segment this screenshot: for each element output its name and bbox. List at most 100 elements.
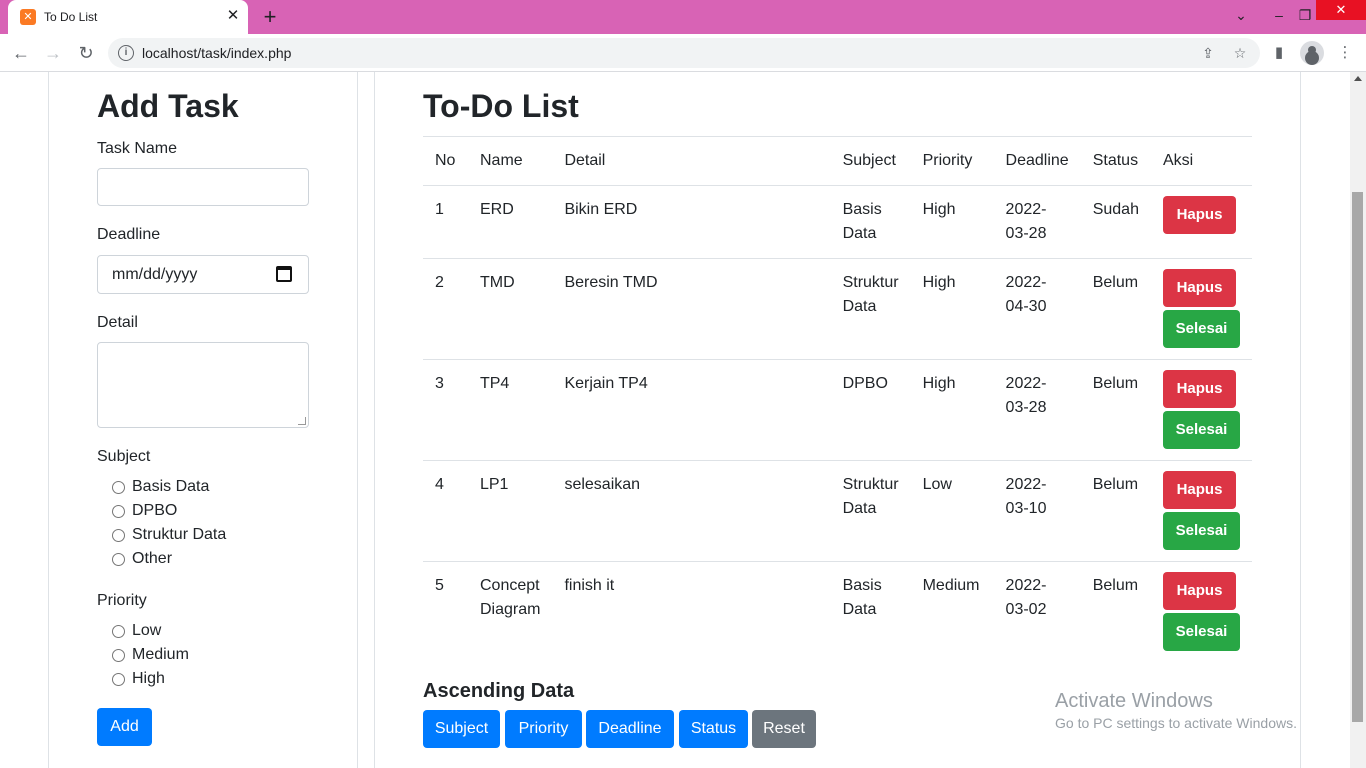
calendar-icon[interactable] bbox=[276, 266, 292, 282]
cell-aksi: Hapus Selesai bbox=[1151, 561, 1252, 663]
cell-subject: Basis Data bbox=[830, 561, 911, 663]
cell-detail: Bikin ERD bbox=[552, 185, 831, 259]
table-row: 5 Concept Diagram finish it Basis Data Mediu… bbox=[423, 561, 1252, 663]
row-actions: Hapus Selesai bbox=[1163, 370, 1240, 449]
row-actions: Hapus bbox=[1163, 196, 1240, 234]
activate-windows-subtext: Go to PC settings to activate Windows. bbox=[1055, 715, 1297, 731]
browser-tab[interactable]: ✕ To Do List ✕ bbox=[8, 0, 248, 34]
scrollbar-thumb[interactable] bbox=[1352, 192, 1363, 722]
table-row: 4 LP1 selesaikan Struktur Data Low 2022-03-10… bbox=[423, 460, 1252, 562]
radio-circle[interactable] bbox=[112, 529, 125, 542]
column-header-detail: Detail bbox=[552, 136, 831, 186]
cell-subject: DPBO bbox=[830, 359, 911, 461]
tab-title: To Do List bbox=[44, 10, 98, 24]
column-header-aksi: Aksi bbox=[1151, 136, 1252, 186]
scroll-up-arrow-icon[interactable] bbox=[1354, 76, 1362, 81]
resize-grip-icon[interactable] bbox=[298, 417, 306, 425]
row-actions: Hapus Selesai bbox=[1163, 572, 1240, 651]
row-actions: Hapus Selesai bbox=[1163, 471, 1240, 550]
radio-circle[interactable] bbox=[112, 505, 125, 518]
radio-label: Low bbox=[132, 622, 162, 639]
column-header-name: Name bbox=[467, 136, 553, 186]
add-task-title: Add Task bbox=[97, 88, 239, 124]
site-info-icon[interactable]: i bbox=[118, 45, 134, 61]
detail-textarea[interactable] bbox=[97, 342, 309, 428]
reload-icon[interactable]: ↻ bbox=[73, 40, 99, 66]
cell-status: Sudah bbox=[1080, 185, 1151, 259]
deadline-date-input[interactable]: mm/dd/yyyy bbox=[97, 255, 309, 294]
forward-icon[interactable]: → bbox=[40, 40, 66, 66]
browser-tabstrip: ✕ To Do List ✕ + ⌄ – ❐ ✕ bbox=[0, 0, 1366, 34]
side-panel-icon[interactable]: ▮ bbox=[1268, 42, 1290, 64]
table-header-row: No Name Detail Subject Priority Deadline… bbox=[423, 136, 1252, 186]
new-tab-icon[interactable]: + bbox=[258, 5, 282, 29]
deadline-label: Deadline bbox=[97, 226, 161, 243]
cell-subject: Struktur Data bbox=[830, 258, 911, 360]
cell-no: 4 bbox=[423, 460, 468, 562]
radio-circle[interactable] bbox=[112, 673, 125, 686]
cell-name: Concept Diagram bbox=[467, 561, 553, 663]
activate-windows-watermark: Activate Windows bbox=[1055, 690, 1213, 712]
sort-priority-button[interactable]: Priority bbox=[505, 710, 582, 748]
window-close-icon[interactable]: ✕ bbox=[1316, 0, 1366, 20]
table-row: 2 TMD Beresin TMD Struktur Data High 2022-04-… bbox=[423, 258, 1252, 360]
reset-button[interactable]: Reset bbox=[752, 710, 816, 748]
delete-button[interactable]: Hapus bbox=[1163, 471, 1236, 509]
sort-status-button[interactable]: Status bbox=[679, 710, 748, 748]
sort-deadline-button[interactable]: Deadline bbox=[586, 710, 674, 748]
address-url[interactable]: localhost/task/index.php bbox=[142, 45, 291, 61]
deadline-placeholder: mm/dd/yyyy bbox=[112, 266, 198, 283]
cell-detail: selesaikan bbox=[552, 460, 831, 562]
delete-button[interactable]: Hapus bbox=[1163, 572, 1236, 610]
delete-button[interactable]: Hapus bbox=[1163, 196, 1236, 234]
radio-label: DPBO bbox=[132, 502, 178, 519]
radio-circle[interactable] bbox=[112, 649, 125, 662]
complete-button[interactable]: Selesai bbox=[1163, 411, 1240, 449]
complete-button[interactable]: Selesai bbox=[1163, 613, 1240, 651]
cell-status: Belum bbox=[1080, 460, 1151, 562]
tab-search-chevron-icon[interactable]: ⌄ bbox=[1226, 0, 1256, 34]
cell-no: 1 bbox=[423, 185, 468, 259]
complete-button[interactable]: Selesai bbox=[1163, 310, 1240, 348]
add-button[interactable]: Add bbox=[97, 708, 152, 746]
cell-deadline: 2022-04-30 bbox=[993, 258, 1081, 360]
cell-deadline: 2022-03-28 bbox=[993, 185, 1081, 259]
radio-label: Medium bbox=[132, 646, 189, 663]
radio-circle[interactable] bbox=[112, 481, 125, 494]
cell-detail: finish it bbox=[552, 561, 831, 663]
radio-circle[interactable] bbox=[112, 625, 125, 638]
radio-label: Struktur Data bbox=[132, 526, 227, 543]
cell-no: 5 bbox=[423, 561, 468, 663]
bookmark-star-icon[interactable]: ☆ bbox=[1230, 43, 1250, 63]
sort-subject-button[interactable]: Subject bbox=[423, 710, 500, 748]
share-icon[interactable]: ⇪ bbox=[1198, 43, 1218, 63]
cell-status: Belum bbox=[1080, 359, 1151, 461]
cell-aksi: Hapus Selesai bbox=[1151, 258, 1252, 360]
cell-name: ERD bbox=[467, 185, 553, 259]
cell-priority: High bbox=[910, 185, 994, 259]
row-actions: Hapus Selesai bbox=[1163, 269, 1240, 348]
radio-label: Other bbox=[132, 550, 173, 567]
cell-aksi: Hapus Selesai bbox=[1151, 460, 1252, 562]
column-header-status: Status bbox=[1080, 136, 1151, 186]
xampp-favicon-icon: ✕ bbox=[20, 9, 36, 25]
radio-circle[interactable] bbox=[112, 553, 125, 566]
radio-label: Basis Data bbox=[132, 478, 210, 495]
column-header-subject: Subject bbox=[830, 136, 911, 186]
task-name-input[interactable] bbox=[97, 168, 309, 206]
page-scrollbar[interactable] bbox=[1350, 72, 1366, 768]
tab-close-icon[interactable]: ✕ bbox=[224, 7, 242, 25]
cell-name: TP4 bbox=[467, 359, 553, 461]
cell-detail: Beresin TMD bbox=[552, 258, 831, 360]
complete-button[interactable]: Selesai bbox=[1163, 512, 1240, 550]
column-header-no: No bbox=[423, 136, 468, 186]
cell-no: 3 bbox=[423, 359, 468, 461]
menu-kebab-icon[interactable]: ⋮ bbox=[1334, 42, 1356, 64]
profile-avatar-icon[interactable] bbox=[1300, 41, 1324, 65]
page-viewport: Add Task Task Name Deadline mm/dd/yyyy D… bbox=[0, 72, 1350, 768]
address-bar[interactable]: i localhost/task/index.php ⇪ ☆ bbox=[108, 38, 1260, 68]
delete-button[interactable]: Hapus bbox=[1163, 269, 1236, 307]
cell-priority: High bbox=[910, 258, 994, 360]
back-icon[interactable]: ← bbox=[8, 40, 34, 66]
delete-button[interactable]: Hapus bbox=[1163, 370, 1236, 408]
